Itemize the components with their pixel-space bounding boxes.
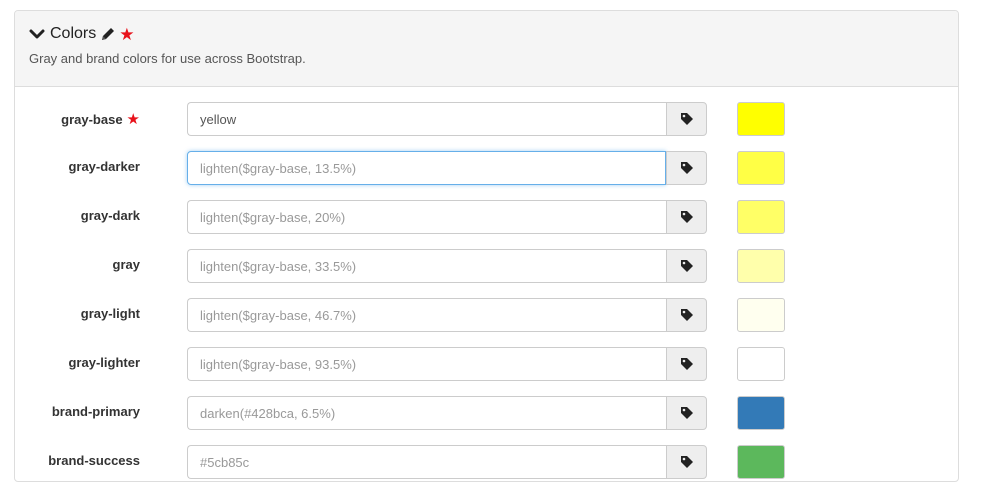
variable-picker-button[interactable] [666,249,707,283]
color-swatch[interactable] [737,102,785,136]
color-value-input[interactable] [187,102,666,136]
variable-picker-button[interactable] [666,200,707,234]
color-value-input[interactable] [187,200,666,234]
panel-heading: Colors ★ Gray and brand colors for use a… [15,11,958,87]
color-label: gray [113,257,140,272]
color-input-group [187,151,707,185]
color-swatch[interactable] [737,396,785,430]
color-label-text: gray-dark [80,208,140,223]
color-label-text: brand-primary [51,404,140,419]
panel-title-row[interactable]: Colors ★ [29,23,134,45]
color-input-group [187,249,707,283]
color-row-3: gray [15,249,958,283]
color-row-1: gray-darker [15,151,958,185]
color-swatch[interactable] [737,298,785,332]
tag-icon [680,112,694,126]
color-swatch[interactable] [737,151,785,185]
panel-subtitle: Gray and brand colors for use across Boo… [29,51,306,66]
color-input-group [187,445,707,479]
color-input-group [187,200,707,234]
color-row-7: brand-success [15,445,958,479]
color-swatch[interactable] [737,200,785,234]
color-row-5: gray-lighter [15,347,958,381]
tag-icon [680,210,694,224]
color-swatch[interactable] [737,347,785,381]
colors-panel: Colors ★ Gray and brand colors for use a… [14,10,959,482]
color-label-text: gray-light [80,306,140,321]
color-label: gray-lighter [68,355,140,370]
color-input-group [187,347,707,381]
pencil-icon[interactable] [100,26,116,42]
tag-icon [680,259,694,273]
tag-icon [680,357,694,371]
color-label-text: gray-lighter [68,355,140,370]
color-value-input[interactable] [187,347,666,381]
chevron-down-icon[interactable] [29,26,45,42]
variable-picker-button[interactable] [666,396,707,430]
color-row-2: gray-dark [15,200,958,234]
color-value-input[interactable] [187,298,666,332]
color-input-group [187,102,707,136]
color-swatch[interactable] [737,445,785,479]
color-label: gray-darker [68,159,140,174]
tag-icon [680,161,694,175]
color-label-text: brand-success [48,453,140,468]
color-label: brand-success [48,453,140,468]
color-label: brand-primary [52,404,140,419]
required-star-icon: ★ [126,111,140,128]
color-row-0: gray-base ★ [15,102,958,136]
color-label: gray-base ★ [61,110,140,128]
color-label-text: gray-base [61,111,123,127]
panel-title: Colors [50,25,97,42]
color-value-input[interactable] [187,249,666,283]
variable-picker-button[interactable] [666,445,707,479]
color-swatch[interactable] [737,249,785,283]
color-value-input[interactable] [187,445,666,479]
color-label: gray-light [81,306,140,321]
color-row-6: brand-primary [15,396,958,430]
color-label-text: gray-darker [68,159,140,174]
color-label: gray-dark [81,208,140,223]
color-row-4: gray-light [15,298,958,332]
variable-picker-button[interactable] [666,298,707,332]
variable-picker-button[interactable] [666,347,707,381]
variable-picker-button[interactable] [666,102,707,136]
tag-icon [680,455,694,469]
color-value-input[interactable] [187,151,666,185]
tag-icon [680,308,694,322]
color-input-group [187,396,707,430]
color-value-input[interactable] [187,396,666,430]
tag-icon [680,406,694,420]
variable-picker-button[interactable] [666,151,707,185]
star-icon: ★ [119,24,135,44]
color-input-group [187,298,707,332]
color-label-text: gray [112,257,140,272]
